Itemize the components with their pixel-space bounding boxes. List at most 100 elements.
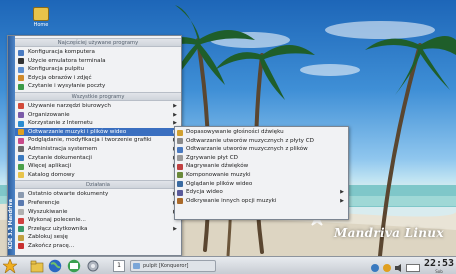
menu-item-katalog-domowy[interactable]: Katalog domowy (15, 171, 181, 180)
menu-item-label: Zgrywanie płyt CD (186, 154, 238, 161)
menu-item-icon (18, 146, 24, 153)
menu-item-icon (177, 146, 183, 153)
menu-item-czytanie-dokumentacji[interactable]: Czytanie dokumentacji▶ (15, 154, 181, 163)
menu-item-icon (177, 181, 183, 188)
taskbar: 1 pulpit [Konqueror] 22:53 Sob (0, 256, 456, 274)
menu-item-edycja-obrazow-i-zdjec[interactable]: Edycja obrazów i zdjęć (15, 74, 181, 83)
menu-item-administracja-systemem[interactable]: Administracja systemem▶ (15, 145, 181, 154)
menu-item-preferencje[interactable]: Preferencje▶ (15, 199, 181, 208)
menu-item-label: Edycja obrazów i zdjęć (28, 74, 92, 81)
menu-item-label: Odkrywanie innych opcji muzyki (186, 197, 277, 204)
menu-item-wyszukiwanie[interactable]: Wyszukiwanie▶ (15, 208, 181, 217)
menu-item-label: Używanie narzędzi biurowych (28, 102, 111, 109)
menu-item-wykonaj-polecenie[interactable]: Wykonaj polecenie... (15, 216, 181, 225)
menu-item-icon (18, 103, 24, 110)
menu-item-label: Komponowanie muzyki (186, 171, 251, 178)
desktop-screen: Home Mandriva Linux KDE 3.3 Mandriva Naj… (0, 0, 456, 274)
menu-item-konfiguracja-komputera[interactable]: Konfiguracja komputera (15, 48, 181, 57)
menu-item-label: Więcej aplikacji (28, 163, 72, 170)
menu-item-label: Odtwarzanie muzyki i plików wideo (28, 128, 127, 135)
menu-item-icon (18, 120, 24, 127)
menu-item-odtwarzanie-muzyki-i-plikow-[interactable]: Odtwarzanie muzyki i plików wideo▶ (15, 127, 181, 137)
menu-item-label: Przełącz użytkownika (28, 225, 88, 232)
menu-item-icon (177, 163, 183, 170)
menu-item-icon (18, 243, 24, 250)
multimedia-submenu: Dopasowywanie głośności dźwięku Odtwarzan… (174, 126, 349, 220)
menu-item-label: Konfiguracja pulpitu (28, 66, 85, 73)
menu-item-icon (18, 226, 24, 233)
menu-item-icon (18, 155, 24, 162)
menu-item-icon (18, 200, 24, 207)
submenu-item-ogladanie-plikow-wideo[interactable]: Oglądanie plików wideo (175, 180, 348, 189)
menu-body: Najczęściej używane programy Konfiguracja… (15, 37, 181, 250)
kmenu-star-icon[interactable] (3, 259, 17, 273)
clock[interactable]: 22:53 Sob (423, 258, 455, 274)
menu-item-label: Użycie emulatora terminala (28, 57, 106, 64)
volume-tray-icon[interactable] (394, 261, 404, 274)
control-center-icon[interactable] (86, 259, 100, 273)
menu-item-icon (18, 163, 24, 170)
submenu-item-odkrywanie-innych-opcji-muzy[interactable]: Odkrywanie innych opcji muzyki ▶ (175, 197, 348, 206)
menu-item-label: Korzystanie z Internetu (28, 120, 93, 127)
menu-item-label: Ostatnio otwarte dokumenty (28, 191, 109, 198)
email-client-icon[interactable] (67, 259, 81, 273)
submenu-item-nagrywanie-dzwiekow[interactable]: Nagrywanie dźwięków (175, 162, 348, 171)
submenu-item-komponowanie-muzyki[interactable]: Komponowanie muzyki (175, 171, 348, 180)
menu-item-label: Czytanie i wysyłanie poczty (28, 83, 106, 90)
submenu-item-zgrywanie-plyt-cd[interactable]: Zgrywanie płyt CD (175, 154, 348, 163)
submenu-item-dopasowywanie-glosnosci-dzwi[interactable]: Dopasowywanie głośności dźwięku (175, 128, 348, 137)
menu-item-icon (18, 172, 24, 179)
menu-item-przelacz-uzytkownika[interactable]: Przełącz użytkownika ▶ (15, 225, 181, 234)
menu-item-zablokuj-sesje[interactable]: Zablokuj sesję (15, 233, 181, 242)
menu-item-konfiguracja-pulpitu[interactable]: Konfiguracja pulpitu (15, 65, 181, 74)
submenu-arrow-icon: ▶ (340, 189, 344, 196)
menu-item-icon (177, 189, 183, 196)
brand-logo: Mandriva Linux (334, 226, 444, 240)
menu-item-uzycie-emulatora-terminala[interactable]: Użycie emulatora terminala (15, 57, 181, 66)
menu-item-ostatnio-otwarte-dokumenty[interactable]: Ostatnio otwarte dokumenty▶ (15, 190, 181, 199)
taskbar-window-button[interactable]: pulpit [Konqueror] (130, 260, 216, 272)
menu-item-organizowanie[interactable]: Organizowanie ▶ (15, 111, 181, 120)
menu-item-label: Dopasowywanie głośności dźwięku (186, 129, 284, 135)
submenu-item-edycja-wideo[interactable]: Edycja wideo ▶ (175, 188, 348, 197)
desktop-pager[interactable]: 1 (113, 260, 125, 272)
menu-item-zakoncz-prace[interactable]: Zakończ pracę... (15, 242, 181, 251)
browser-globe-icon[interactable] (48, 259, 62, 273)
menu-item-label: Katalog domowy (28, 171, 75, 178)
menu-item-icon (18, 137, 24, 144)
keyboard-tray-icon[interactable] (406, 261, 420, 274)
menu-item-icon (177, 138, 183, 145)
home-folder-icon[interactable] (30, 259, 44, 273)
submenu-arrow-icon: ▶ (173, 111, 177, 118)
submenu-arrow-icon: ▶ (340, 197, 344, 204)
menu-item-icon (177, 155, 183, 162)
update-tray-icon[interactable] (382, 261, 392, 274)
desktop-icon-label: Home (33, 22, 49, 28)
menu-item-label: Nagrywanie dźwięków (186, 163, 249, 170)
menu-item-korzystanie-z-internetu[interactable]: Korzystanie z Internetu ▶ (15, 119, 181, 128)
menu-item-wiecej-aplikacji[interactable]: Więcej aplikacji▶ (15, 162, 181, 171)
start-menu: KDE 3.3 Mandriva Najczęściej używane pro… (7, 35, 182, 256)
menu-item-label: Oglądanie plików wideo (186, 180, 253, 187)
submenu-item-odtwarzanie-utworow-muzyczny[interactable]: Odtwarzanie utworów muzycznych z plików (175, 145, 348, 154)
network-tray-icon[interactable] (370, 261, 380, 274)
menu-item-icon (177, 129, 183, 136)
menu-item-icon (18, 83, 24, 90)
menu-item-label: Wyszukiwanie (28, 208, 68, 215)
menu-item-icon (18, 209, 24, 215)
menu-item-icon (177, 172, 183, 179)
menu-item-czytanie-i-wysylanie-poczty[interactable]: Czytanie i wysyłanie poczty (15, 82, 181, 91)
submenu-item-odtwarzanie-utworow-muzyczny[interactable]: Odtwarzanie utworów muzycznych z płyty C… (175, 137, 348, 146)
menu-item-podgladanie-modyfikacja-i-tw[interactable]: Podglądanie, modyfikacja i tworzenie gra… (15, 136, 181, 145)
menu-item-label: Preferencje (28, 199, 60, 206)
menu-section-header: Wszystkie programy (15, 91, 181, 101)
menu-item-icon (18, 75, 24, 82)
menu-item-uzywanie-narzedzi-biurowych[interactable]: Używanie narzędzi biurowych ▶ (15, 102, 181, 111)
submenu-arrow-icon: ▶ (173, 225, 177, 232)
menu-item-icon (18, 234, 24, 241)
menu-item-icon (18, 49, 24, 56)
menu-item-label: Odtwarzanie utworów muzycznych z plików (186, 146, 308, 153)
desktop-home-icon[interactable]: Home (30, 7, 52, 28)
menu-item-label: Organizowanie (28, 111, 70, 118)
menu-section-header: Działania (15, 180, 181, 190)
